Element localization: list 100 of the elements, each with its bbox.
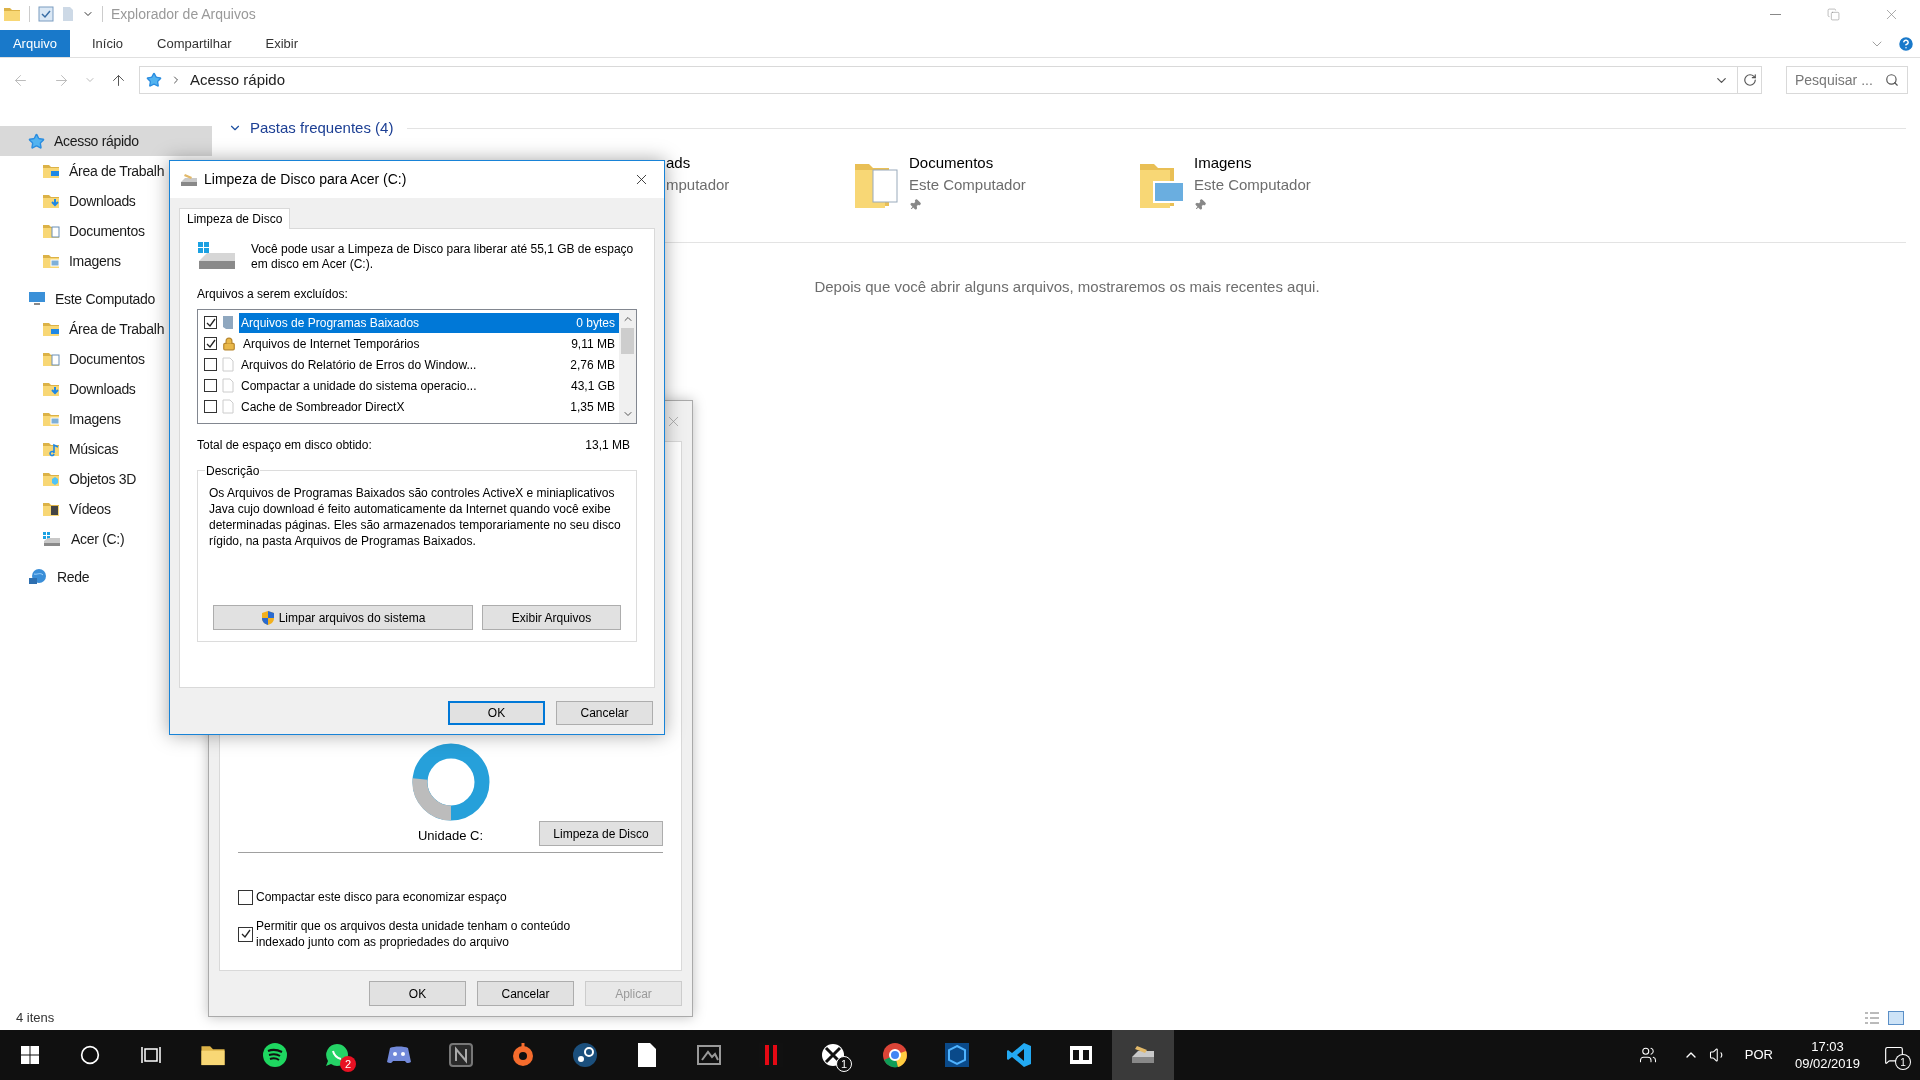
- page-icon: [222, 357, 234, 372]
- checkbox[interactable]: [204, 316, 217, 329]
- windows-logo-icon: [21, 1046, 39, 1064]
- restore-icon: [1826, 7, 1840, 21]
- folder-icon: [42, 500, 60, 518]
- globe-icon: [28, 568, 48, 586]
- checkbox[interactable]: [204, 379, 217, 392]
- sidebar-item[interactable]: Acesso rápido: [0, 126, 212, 156]
- dialog-button[interactable]: Cancelar: [556, 701, 653, 725]
- badge: 1: [836, 1056, 852, 1072]
- ribbon-tab[interactable]: Arquivo: [0, 30, 70, 57]
- drive-icon: [180, 172, 198, 187]
- folder-location: Este Computador: [1194, 175, 1311, 195]
- badge: 2: [340, 1056, 356, 1072]
- frame-icon: [696, 1042, 722, 1068]
- taskbar-app[interactable]: 2: [306, 1030, 368, 1080]
- sidebar-item[interactable]: Documentos: [0, 344, 212, 374]
- scrollbar[interactable]: [619, 310, 636, 423]
- sidebar-item[interactable]: Imagens: [0, 246, 212, 276]
- dialog-button[interactable]: OK: [448, 701, 545, 725]
- checkbox[interactable]: [204, 400, 217, 413]
- lock-icon: [222, 336, 236, 351]
- ribbon-icon: [1006, 1042, 1032, 1068]
- checkbox-label: Permitir que os arquivos desta unidade tenham o conteúdo indexado junto com as propriedades do arquivo: [256, 918, 572, 950]
- list-row[interactable]: Arquivos de Programas Baixados 0 bytes: [239, 312, 619, 333]
- taskbar-app[interactable]: [1112, 1030, 1174, 1080]
- shield-icon: [260, 609, 275, 626]
- dialog-tab[interactable]: Limpeza de Disco: [179, 208, 291, 229]
- address-field[interactable]: Acesso rápido: [139, 66, 1762, 94]
- ribbon-tab[interactable]: Compartilhar: [145, 30, 244, 57]
- checkbox[interactable]: [204, 337, 217, 350]
- drive-icon: [42, 531, 62, 547]
- help-icon[interactable]: [1897, 34, 1915, 53]
- page-icon: [222, 399, 234, 414]
- page-icon: [636, 1042, 658, 1068]
- item-count: 4 itens: [16, 1008, 55, 1027]
- tiles-view-icon[interactable]: [1888, 1010, 1904, 1025]
- page-icon: [222, 315, 234, 330]
- browser-icon: [882, 1042, 908, 1068]
- search-field[interactable]: Pesquisar ...: [1786, 66, 1908, 94]
- task-view-icon: [141, 1046, 161, 1064]
- address-text: Acesso rápido: [190, 69, 286, 90]
- sidebar-item[interactable]: Imagens: [0, 404, 212, 434]
- folder-name[interactable]: Documentos: [909, 151, 1026, 174]
- description-text: Os Arquivos de Programas Baixados são controles ActiveX e miniaplicativos Java cujo download é feito automaticamente da Internet quando você exibe determinadas páginas. Eles são armazenados temporariamente no seu disco rígido, na pasta Arquivos de Programas Baixados.: [209, 485, 622, 549]
- wheel-icon: [572, 1042, 598, 1068]
- search-icon: [80, 1045, 100, 1065]
- list-row[interactable]: Compactar a unidade do sistema operacio... 43,1 GB: [239, 375, 619, 396]
- clock[interactable]: 17:03 09/02/2019: [1794, 1038, 1860, 1072]
- folder-icon: [42, 410, 60, 428]
- chat-bubble-icon: [324, 1042, 350, 1068]
- disk-cleanup-button[interactable]: Limpeza de Disco: [539, 821, 663, 846]
- people-icon[interactable]: [1638, 1046, 1657, 1064]
- view-files-button[interactable]: Exibir Arquivos: [482, 605, 621, 630]
- folder-icon: [42, 470, 60, 488]
- intro-text: Você pode usar a Limpeza de Disco para liberar até 55,1 GB de espaço em disco em Acer (C:).: [251, 241, 635, 272]
- folder-icon: [42, 350, 60, 368]
- waves-icon: [262, 1042, 288, 1068]
- checkbox-label: Compactar este disco para economizar espaço: [256, 889, 508, 905]
- window-title: Explorador de Arquivos: [111, 4, 256, 24]
- folder-icon: [3, 5, 21, 23]
- folder-icon: [42, 162, 60, 180]
- search-icon: [1885, 73, 1899, 87]
- checkmark-icon[interactable]: [38, 6, 54, 22]
- checkbox[interactable]: [238, 926, 253, 942]
- dialog-title: Limpeza de Disco para Acer (C:): [204, 170, 407, 189]
- monitor-icon: [28, 291, 46, 307]
- folder-icon: [42, 192, 60, 210]
- checkbox[interactable]: [238, 889, 253, 905]
- folder-icon: [42, 320, 60, 338]
- drive-label: Unidade C:: [417, 826, 483, 845]
- folder-name[interactable]: ads: [666, 151, 730, 174]
- taskbar-app[interactable]: 1: [802, 1030, 864, 1080]
- folder-location: mputador: [666, 175, 730, 195]
- sidebar-item[interactable]: Rede: [0, 562, 212, 592]
- ring-icon: [510, 1042, 536, 1068]
- checkbox[interactable]: [204, 358, 217, 371]
- clean-system-button[interactable]: Limpar arquivos do sistema: [213, 605, 473, 630]
- folder-icon: [42, 252, 60, 270]
- total-label: Total de espaço em disco obtido:: [197, 437, 372, 454]
- sidebar-item[interactable]: Downloads: [0, 374, 212, 404]
- section-heading[interactable]: Pastas frequentes (4): [250, 117, 394, 140]
- dialog-button[interactable]: Cancelar: [477, 981, 574, 1006]
- list-row[interactable]: Arquivos do Relatório de Erros do Window... 2,76 MB: [239, 354, 619, 375]
- ribbon-tab[interactable]: Início: [80, 30, 136, 57]
- total-value: 13,1 MB: [585, 437, 630, 454]
- list-row[interactable]: Arquivos de Internet Temporários 9,11 MB: [241, 333, 619, 354]
- ribbon-tab[interactable]: Exibir: [253, 30, 310, 57]
- list-label: Arquivos a serem excluídos:: [197, 286, 349, 303]
- star-icon: [28, 132, 45, 150]
- folder-name[interactable]: Imagens: [1194, 151, 1311, 174]
- dialog-button[interactable]: OK: [369, 981, 466, 1006]
- sidebar-item[interactable]: Área de Trabalh: [0, 314, 212, 344]
- language-indicator[interactable]: POR: [1744, 1045, 1773, 1065]
- folder-icon: [42, 440, 60, 458]
- folder-icon: [42, 380, 60, 398]
- scroll-thumb[interactable]: [621, 328, 634, 354]
- list-row[interactable]: Cache de Sombreador DirectX 1,35 MB: [239, 396, 619, 417]
- minimize-icon: [1769, 13, 1781, 15]
- refresh-icon[interactable]: [1742, 73, 1757, 87]
